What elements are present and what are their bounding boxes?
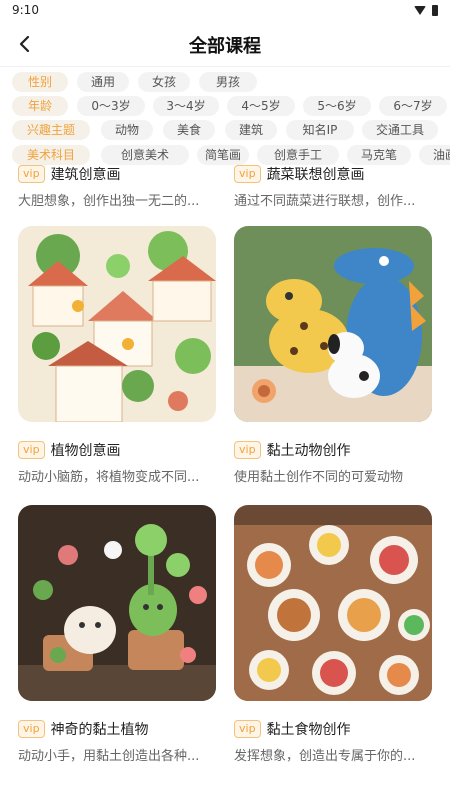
course-title: 建筑创意画 (50, 167, 121, 183)
vip-badge: vip (234, 165, 261, 183)
filter-chip-animal[interactable]: 动物 (101, 120, 153, 140)
course-card-vegetable[interactable]: vip 蔬菜联想创意画 通过不同蔬菜进行联想，创作... (234, 164, 432, 214)
course-desc: 使用黏土创作不同的可爱动物 (234, 470, 404, 485)
vip-badge: vip (234, 720, 261, 738)
vip-badge: vip (234, 441, 261, 459)
filter-chip-creative-art[interactable]: 创意美术 (101, 145, 189, 165)
course-title: 蔬菜联想创意画 (266, 167, 365, 183)
course-desc: 动动小脑筋，将植物变成不同... (18, 470, 200, 485)
course-card-plant[interactable]: vip 植物创意画 动动小脑筋，将植物变成不同... (18, 226, 216, 492)
course-card-building[interactable]: vip 建筑创意画 大胆想象，创作出独一无二的... (18, 164, 216, 214)
vip-badge: vip (18, 720, 45, 738)
course-desc: 大胆想象，创作出独一无二的... (18, 194, 200, 209)
header: 全部课程 (0, 22, 450, 67)
filter-chip-stick-drawing[interactable]: 简笔画 (197, 145, 249, 165)
filter-chip-oil[interactable]: 油画 (419, 145, 450, 165)
filter-chip-building[interactable]: 建筑 (225, 120, 277, 140)
vip-badge: vip (18, 165, 45, 183)
filter-label-gender: 性别 (12, 72, 68, 92)
filter-chip-marker[interactable]: 马克笔 (347, 145, 411, 165)
course-card-clay-food[interactable]: vip 黏土食物创作 发挥想象，创造出专属于你的... (234, 505, 432, 771)
wifi-icon (414, 6, 426, 15)
vip-badge: vip (18, 441, 45, 459)
course-title: 黏土动物创作 (266, 443, 351, 459)
filter-chip-transport[interactable]: 交通工具 (362, 120, 438, 140)
status-time: 9:10 (12, 3, 39, 17)
filter-label-art: 美术科目 (12, 145, 90, 165)
course-desc: 通过不同蔬菜进行联想，创作... (234, 194, 416, 209)
course-thumbnail-clay-plant (18, 505, 216, 701)
course-title: 黏土食物创作 (266, 722, 351, 738)
filter-chip-boy[interactable]: 男孩 (199, 72, 257, 92)
course-title: 植物创意画 (50, 443, 121, 459)
filter-chip-age-3-4[interactable]: 3～4岁 (153, 96, 219, 116)
page-title: 全部课程 (189, 36, 261, 57)
filter-chip-age-5-6[interactable]: 5～6岁 (303, 96, 371, 116)
filter-chip-age-4-5[interactable]: 4～5岁 (227, 96, 295, 116)
filter-chip-girl[interactable]: 女孩 (138, 72, 190, 92)
filter-chip-handcraft[interactable]: 创意手工 (257, 145, 339, 165)
filter-label-age: 年龄 (12, 96, 68, 116)
course-thumbnail-plant (18, 226, 216, 422)
filter-row-interest: 兴趣主题 动物 美食 建筑 知名IP 交通工具 (0, 120, 450, 142)
filter-row-age: 年龄 0～3岁 3～4岁 4～5岁 5～6岁 6～7岁 (0, 96, 450, 118)
status-bar: 9:10 (0, 0, 450, 22)
status-icons (414, 5, 438, 16)
course-card-clay-animal[interactable]: vip 黏土动物创作 使用黏土创作不同的可爱动物 (234, 226, 432, 492)
filter-chip-general[interactable]: 通用 (77, 72, 129, 92)
battery-icon (432, 5, 438, 16)
course-thumbnail-clay-animal (234, 226, 432, 422)
course-desc: 动动小手，用黏土创造出各种... (18, 749, 200, 764)
course-title: 神奇的黏土植物 (50, 722, 149, 738)
filter-chip-ip[interactable]: 知名IP (286, 120, 354, 140)
filter-chip-age-0-3[interactable]: 0～3岁 (77, 96, 145, 116)
filter-chip-age-6-7[interactable]: 6～7岁 (379, 96, 447, 116)
course-thumbnail-clay-food (234, 505, 432, 701)
filter-row-gender: 性别 通用 女孩 男孩 (0, 72, 450, 94)
course-card-clay-plant[interactable]: vip 神奇的黏土植物 动动小手，用黏土创造出各种... (18, 505, 216, 771)
filter-chip-food[interactable]: 美食 (163, 120, 215, 140)
course-desc: 发挥想象，创造出专属于你的... (234, 749, 416, 764)
filter-label-interest: 兴趣主题 (12, 120, 90, 140)
